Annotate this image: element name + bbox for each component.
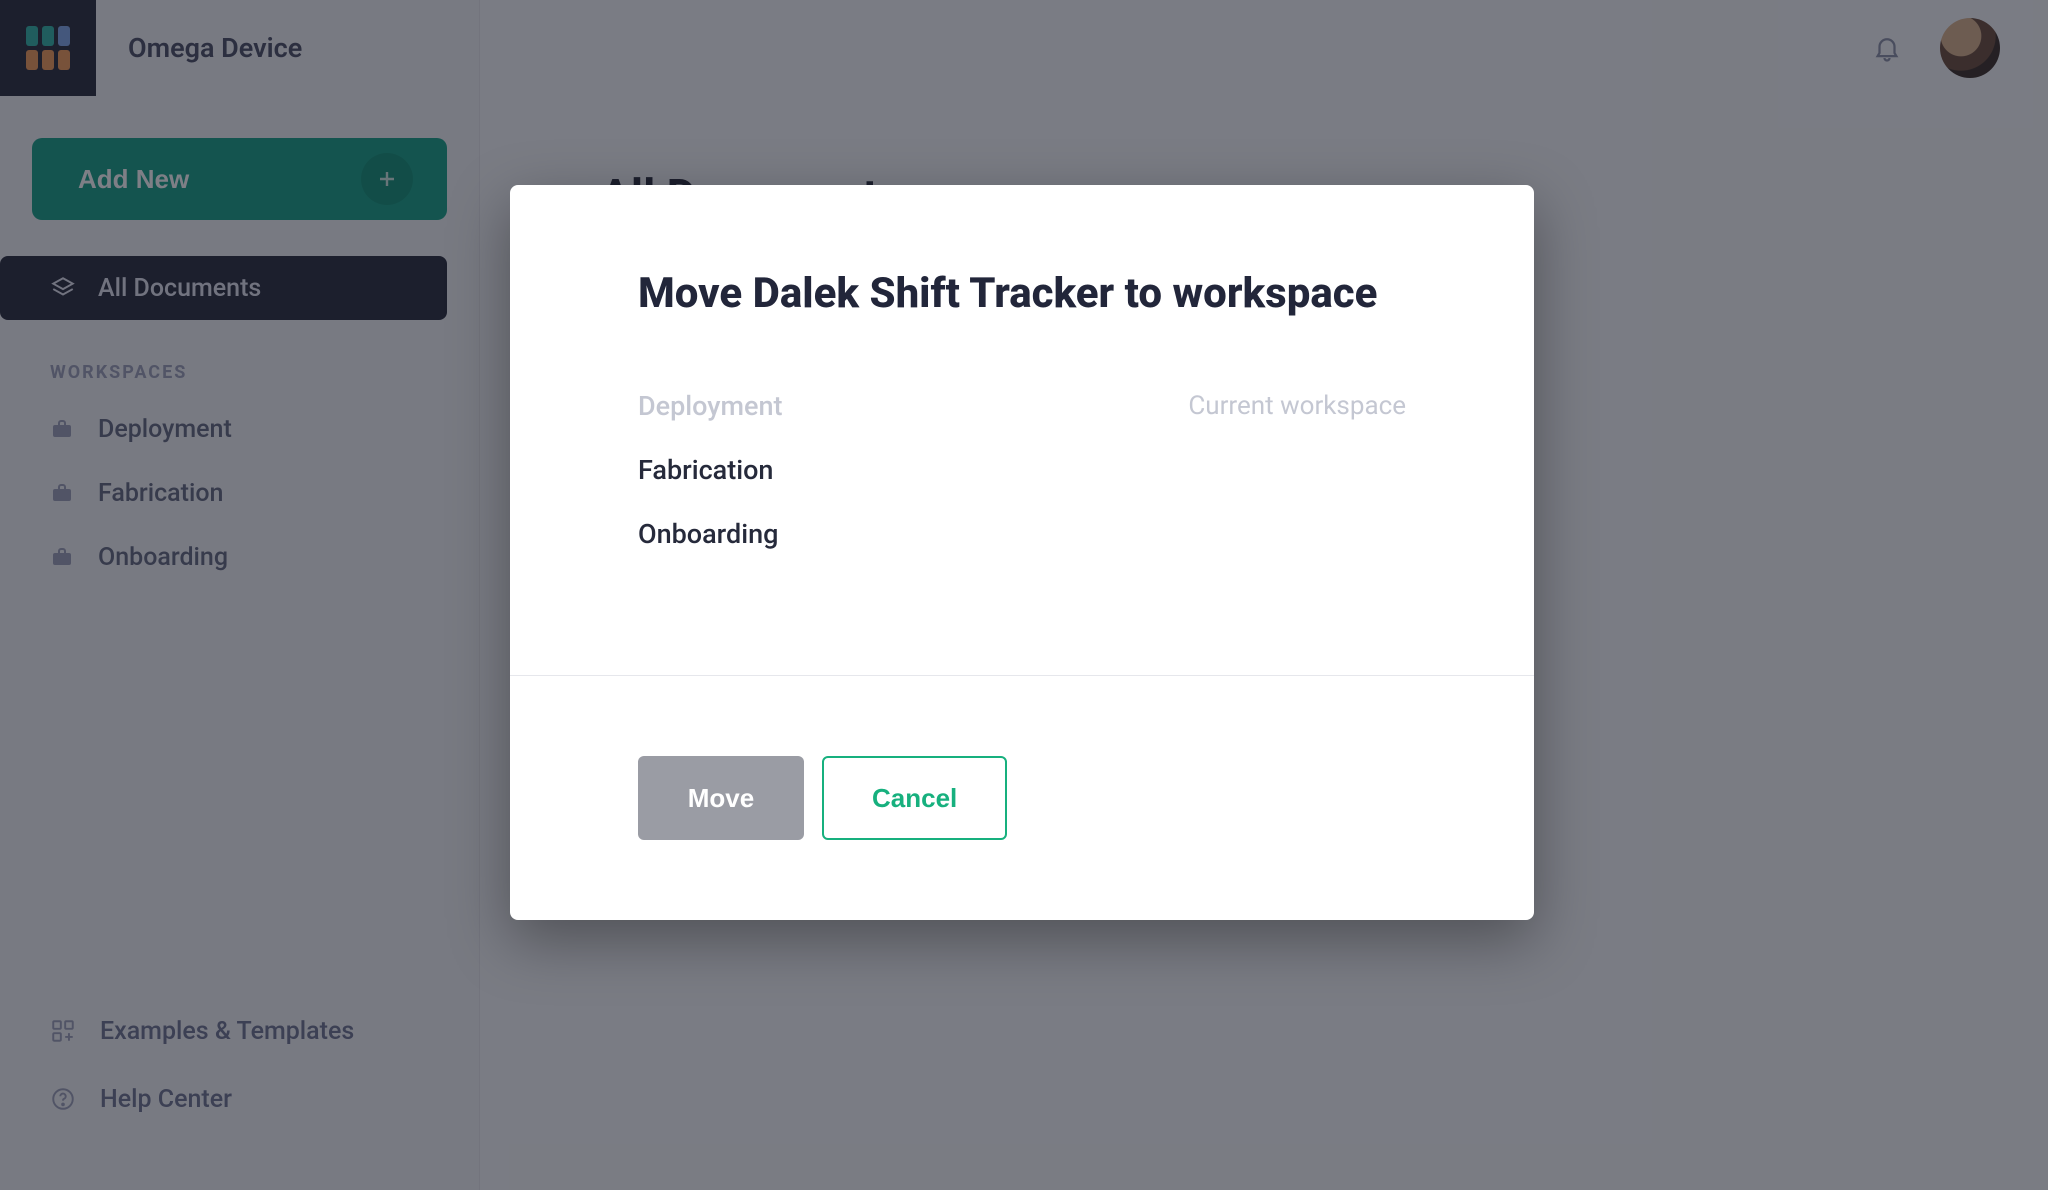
- modal-title: Move Dalek Shift Tracker to workspace: [638, 269, 1406, 318]
- workspace-option-label: Deployment: [638, 390, 783, 422]
- button-label: Move: [688, 783, 754, 814]
- workspace-option-fabrication[interactable]: Fabrication: [638, 438, 1406, 502]
- button-label: Cancel: [872, 783, 957, 814]
- modal-footer: Move Cancel: [510, 676, 1534, 920]
- move-button[interactable]: Move: [638, 756, 804, 840]
- move-workspace-modal: Move Dalek Shift Tracker to workspace De…: [510, 185, 1534, 920]
- cancel-button[interactable]: Cancel: [822, 756, 1007, 840]
- current-workspace-hint: Current workspace: [1188, 391, 1406, 421]
- workspace-option-onboarding[interactable]: Onboarding: [638, 502, 1406, 566]
- workspace-option-deployment: Deployment Current workspace: [638, 374, 1406, 438]
- workspace-option-label: Fabrication: [638, 454, 773, 486]
- modal-body: Move Dalek Shift Tracker to workspace De…: [510, 185, 1534, 675]
- workspace-option-label: Onboarding: [638, 518, 778, 550]
